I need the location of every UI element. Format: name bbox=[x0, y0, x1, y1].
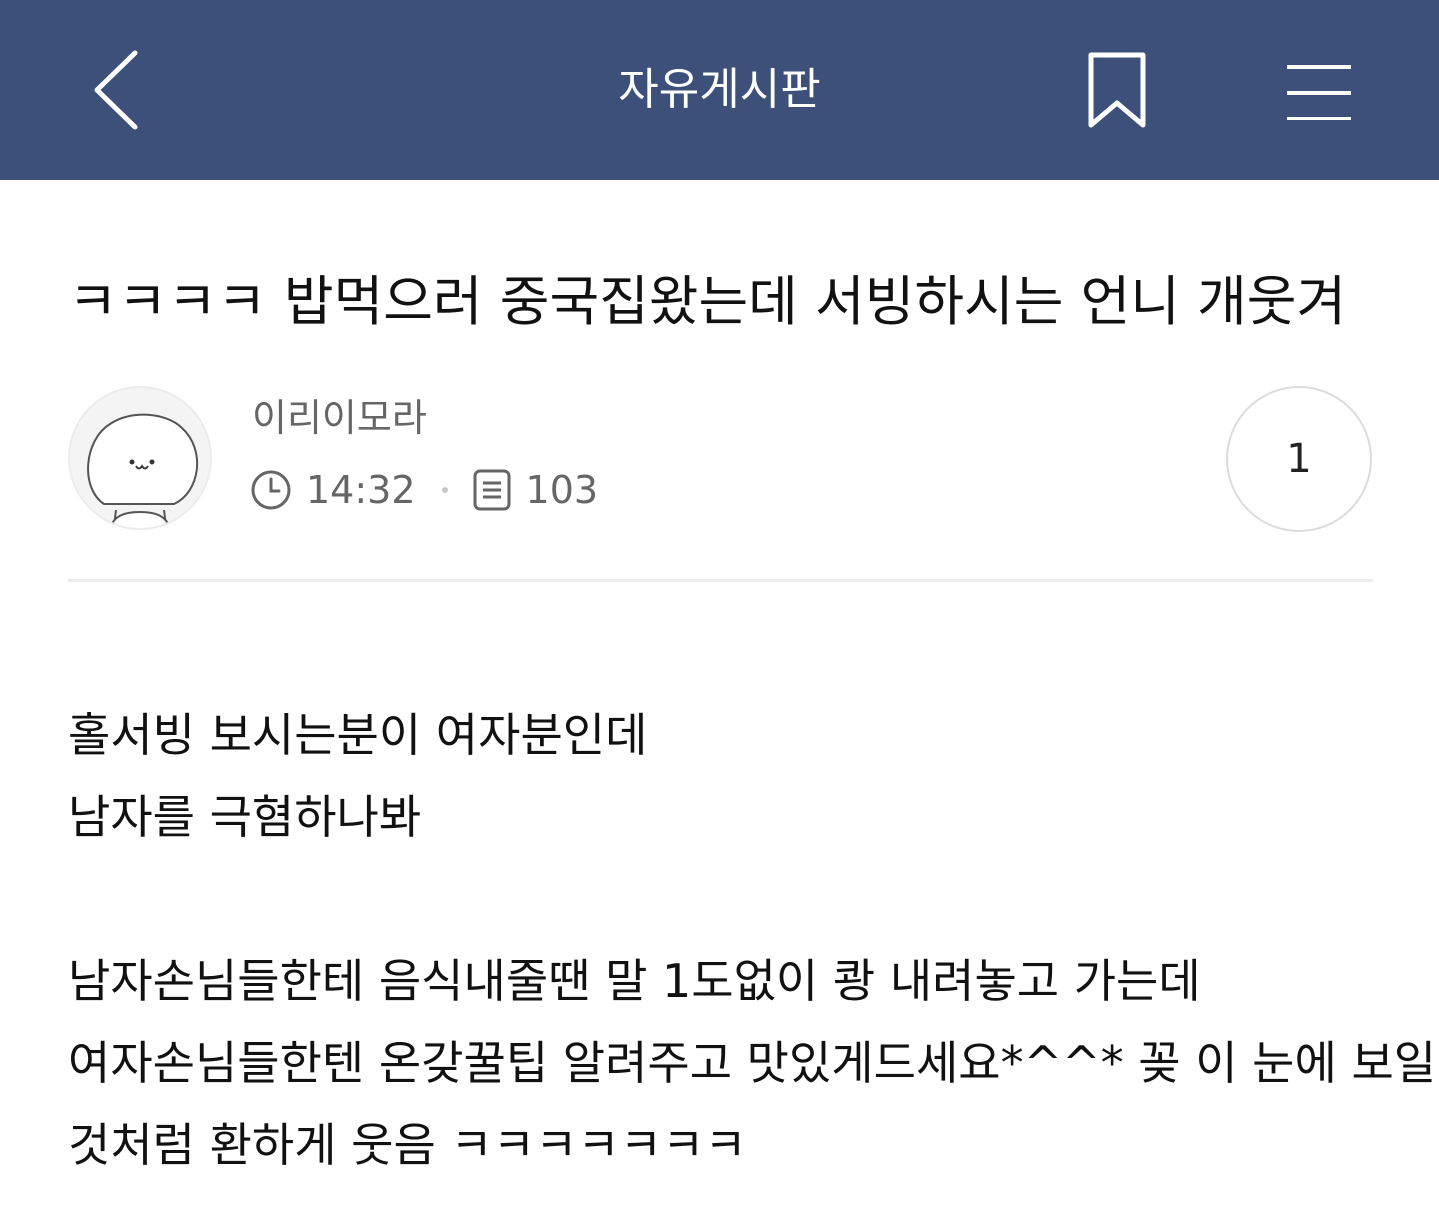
post-body: 홀서빙 보시는분이 여자분인데 남자를 극혐하나봐 남자손님들한테 음식내줄땐 … bbox=[68, 694, 1437, 1186]
cat-character-icon bbox=[87, 413, 199, 528]
page-title: 자유게시판 bbox=[618, 64, 821, 115]
document-icon bbox=[473, 469, 511, 511]
body-line: 남자손님들한테 음식내줄땐 말 1도없이 쾅 내려놓고 가는데 bbox=[68, 954, 1201, 1008]
divider bbox=[68, 579, 1373, 582]
chevron-left-icon bbox=[94, 50, 138, 130]
app-header: 자유게시판 bbox=[0, 0, 1439, 180]
separator-dot bbox=[441, 487, 448, 493]
bookmark-button[interactable] bbox=[1078, 46, 1156, 134]
comment-count-button[interactable]: 1 bbox=[1226, 386, 1372, 532]
view-count: 103 bbox=[525, 468, 599, 512]
post-time: 14:32 bbox=[306, 468, 416, 512]
back-button[interactable] bbox=[70, 40, 160, 140]
hamburger-menu-icon bbox=[1287, 65, 1351, 120]
post-title: ㅋㅋㅋㅋ 밥먹으러 중국집왔는데 서빙하시는 언니 개웃겨 bbox=[68, 270, 1347, 333]
avatar[interactable] bbox=[68, 386, 212, 530]
body-line: 홀서빙 보시는분이 여자분인데 bbox=[68, 708, 648, 762]
bookmark-icon bbox=[1088, 52, 1146, 128]
body-line: 여자손님들한텐 온갖꿀팁 알려주고 맛있게드세요*^^* 꽂 이 눈에 보일 bbox=[68, 1036, 1437, 1090]
body-line: 남자를 극혐하나봐 bbox=[68, 790, 422, 844]
clock-icon bbox=[251, 470, 291, 510]
body-line: 것처럼 환하게 웃음 ㅋㅋㅋㅋㅋㅋㅋ bbox=[68, 1118, 747, 1172]
author-name[interactable]: 이리이모라 bbox=[252, 392, 427, 444]
body-line-blank bbox=[68, 858, 1388, 940]
post-meta: 14:32 103 bbox=[250, 462, 598, 518]
menu-button[interactable] bbox=[1274, 50, 1364, 130]
